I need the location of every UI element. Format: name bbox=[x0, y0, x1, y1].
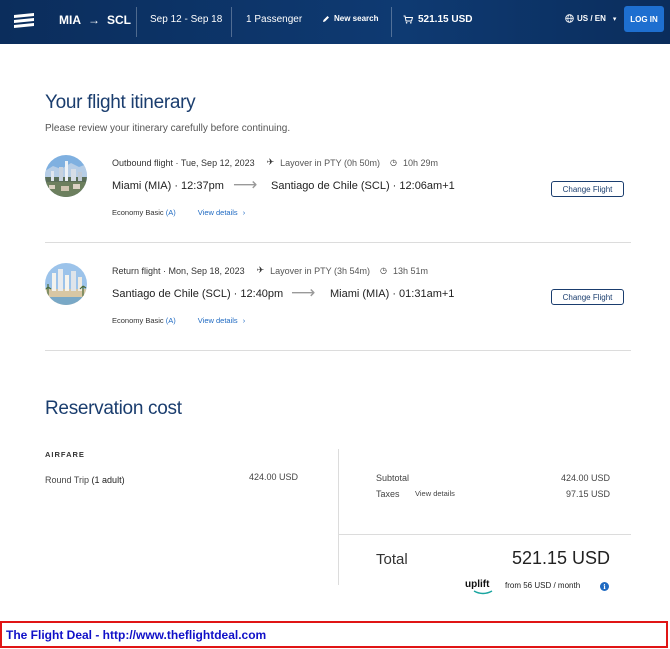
airfare-label: AIRFARE bbox=[45, 450, 85, 459]
return-flight-label: Return flight · Mon, Sep 18, 2023 bbox=[112, 265, 245, 276]
header-divider bbox=[136, 7, 137, 37]
outbound-duration: 10h 29m bbox=[403, 157, 439, 168]
route-summary[interactable]: MIA → SCL bbox=[59, 13, 131, 27]
santiago-city-photo bbox=[45, 155, 87, 197]
outbound-flight-label: Outbound flight · Tue, Sep 12, 2023 bbox=[112, 157, 255, 168]
cost-column-divider bbox=[338, 449, 339, 585]
source-banner[interactable]: The Flight Deal - http://www.theflightde… bbox=[0, 621, 668, 648]
subtotal-amount: 424.00 USD bbox=[560, 473, 610, 483]
return-fare-info: Economy Basic (A) View details › bbox=[112, 316, 245, 325]
total-amount: 521.15 USD bbox=[511, 548, 610, 568]
outbound-layover: Layover in PTY (0h 50m) bbox=[280, 157, 381, 168]
reservation-cost-title: Reservation cost bbox=[45, 398, 182, 419]
header-divider bbox=[391, 7, 392, 37]
return-layover: Layover in PTY (3h 54m) bbox=[270, 265, 371, 276]
return-duration: 13h 51m bbox=[393, 265, 429, 276]
section-divider bbox=[45, 242, 631, 243]
chevron-right-icon: › bbox=[242, 208, 246, 217]
round-trip-line: Round Trip (1 adult) bbox=[45, 475, 125, 485]
cart-summary[interactable]: 521.15 USD bbox=[403, 14, 472, 25]
subtotal-label: Subtotal bbox=[376, 473, 410, 483]
outbound-departure: Miami (MIA) · 12:37pm bbox=[112, 180, 224, 192]
arrow-right-icon: → bbox=[88, 13, 100, 27]
total-divider bbox=[338, 534, 631, 535]
header-divider bbox=[231, 7, 232, 37]
top-navigation-bar: MIA → SCL Sep 12 - Sep 18 1 Passenger Ne… bbox=[0, 0, 670, 44]
itinerary-subtitle: Please review your itinerary carefully b… bbox=[45, 123, 291, 134]
smile-icon bbox=[473, 590, 493, 595]
section-divider bbox=[45, 350, 631, 351]
round-trip-amount: 424.00 USD bbox=[248, 472, 298, 482]
taxes-label: Taxes bbox=[376, 489, 400, 499]
cart-total: 521.15 USD bbox=[418, 14, 473, 25]
pencil-icon bbox=[323, 15, 329, 22]
uplift-financing-text: from 56 USD / month bbox=[505, 581, 581, 590]
login-button[interactable]: LOG IN bbox=[624, 6, 664, 32]
arrow-right-icon: ⟶ bbox=[291, 283, 316, 302]
taxes-amount: 97.15 USD bbox=[565, 489, 610, 499]
origin-code: MIA bbox=[59, 13, 81, 27]
new-search-button[interactable]: New search bbox=[322, 14, 378, 23]
chevron-down-icon: ▾ bbox=[612, 15, 617, 23]
return-flight-header: Return flight · Mon, Sep 18, 2023 ✈ Layo… bbox=[112, 265, 428, 276]
locale-label: US / EN bbox=[577, 14, 606, 23]
info-icon[interactable]: i bbox=[600, 582, 609, 591]
clock-icon: ◷ bbox=[380, 266, 388, 275]
shopping-cart-icon bbox=[403, 15, 413, 24]
plane-icon: ✈ bbox=[256, 265, 265, 275]
plane-icon: ✈ bbox=[266, 157, 275, 167]
itinerary-title: Your flight itinerary bbox=[45, 92, 196, 113]
outbound-fare-info: Economy Basic (A) View details › bbox=[112, 208, 245, 217]
change-outbound-flight-button[interactable]: Change Flight bbox=[551, 181, 624, 197]
new-search-label: New search bbox=[334, 14, 379, 23]
return-arrival: Miami (MIA) · 01:31am+1 bbox=[330, 288, 455, 300]
total-label: Total bbox=[376, 551, 408, 568]
return-view-details-link[interactable]: View details › bbox=[198, 316, 245, 325]
outbound-flight-header: Outbound flight · Tue, Sep 12, 2023 ✈ La… bbox=[112, 157, 438, 168]
taxes-view-details-link[interactable]: View details bbox=[415, 489, 455, 498]
airline-logo-icon[interactable] bbox=[12, 11, 36, 33]
destination-code: SCL bbox=[107, 13, 131, 27]
change-return-flight-button[interactable]: Change Flight bbox=[551, 289, 624, 305]
outbound-arrival: Santiago de Chile (SCL) · 12:06am+1 bbox=[271, 180, 455, 192]
uplift-logo[interactable]: uplift bbox=[465, 579, 493, 595]
arrow-right-icon: ⟶ bbox=[233, 175, 258, 194]
clock-icon: ◷ bbox=[390, 158, 398, 167]
return-departure: Santiago de Chile (SCL) · 12:40pm bbox=[112, 288, 284, 300]
language-selector[interactable]: US / EN ▾ bbox=[565, 14, 616, 23]
fare-class: Economy Basic (A) bbox=[112, 208, 176, 217]
miami-city-photo bbox=[45, 263, 87, 305]
globe-icon bbox=[565, 14, 574, 23]
passenger-count[interactable]: 1 Passenger bbox=[246, 14, 302, 25]
outbound-view-details-link[interactable]: View details › bbox=[198, 208, 245, 217]
chevron-right-icon: › bbox=[242, 316, 246, 325]
travel-dates[interactable]: Sep 12 - Sep 18 bbox=[150, 14, 222, 25]
fare-class: Economy Basic (A) bbox=[112, 316, 176, 325]
